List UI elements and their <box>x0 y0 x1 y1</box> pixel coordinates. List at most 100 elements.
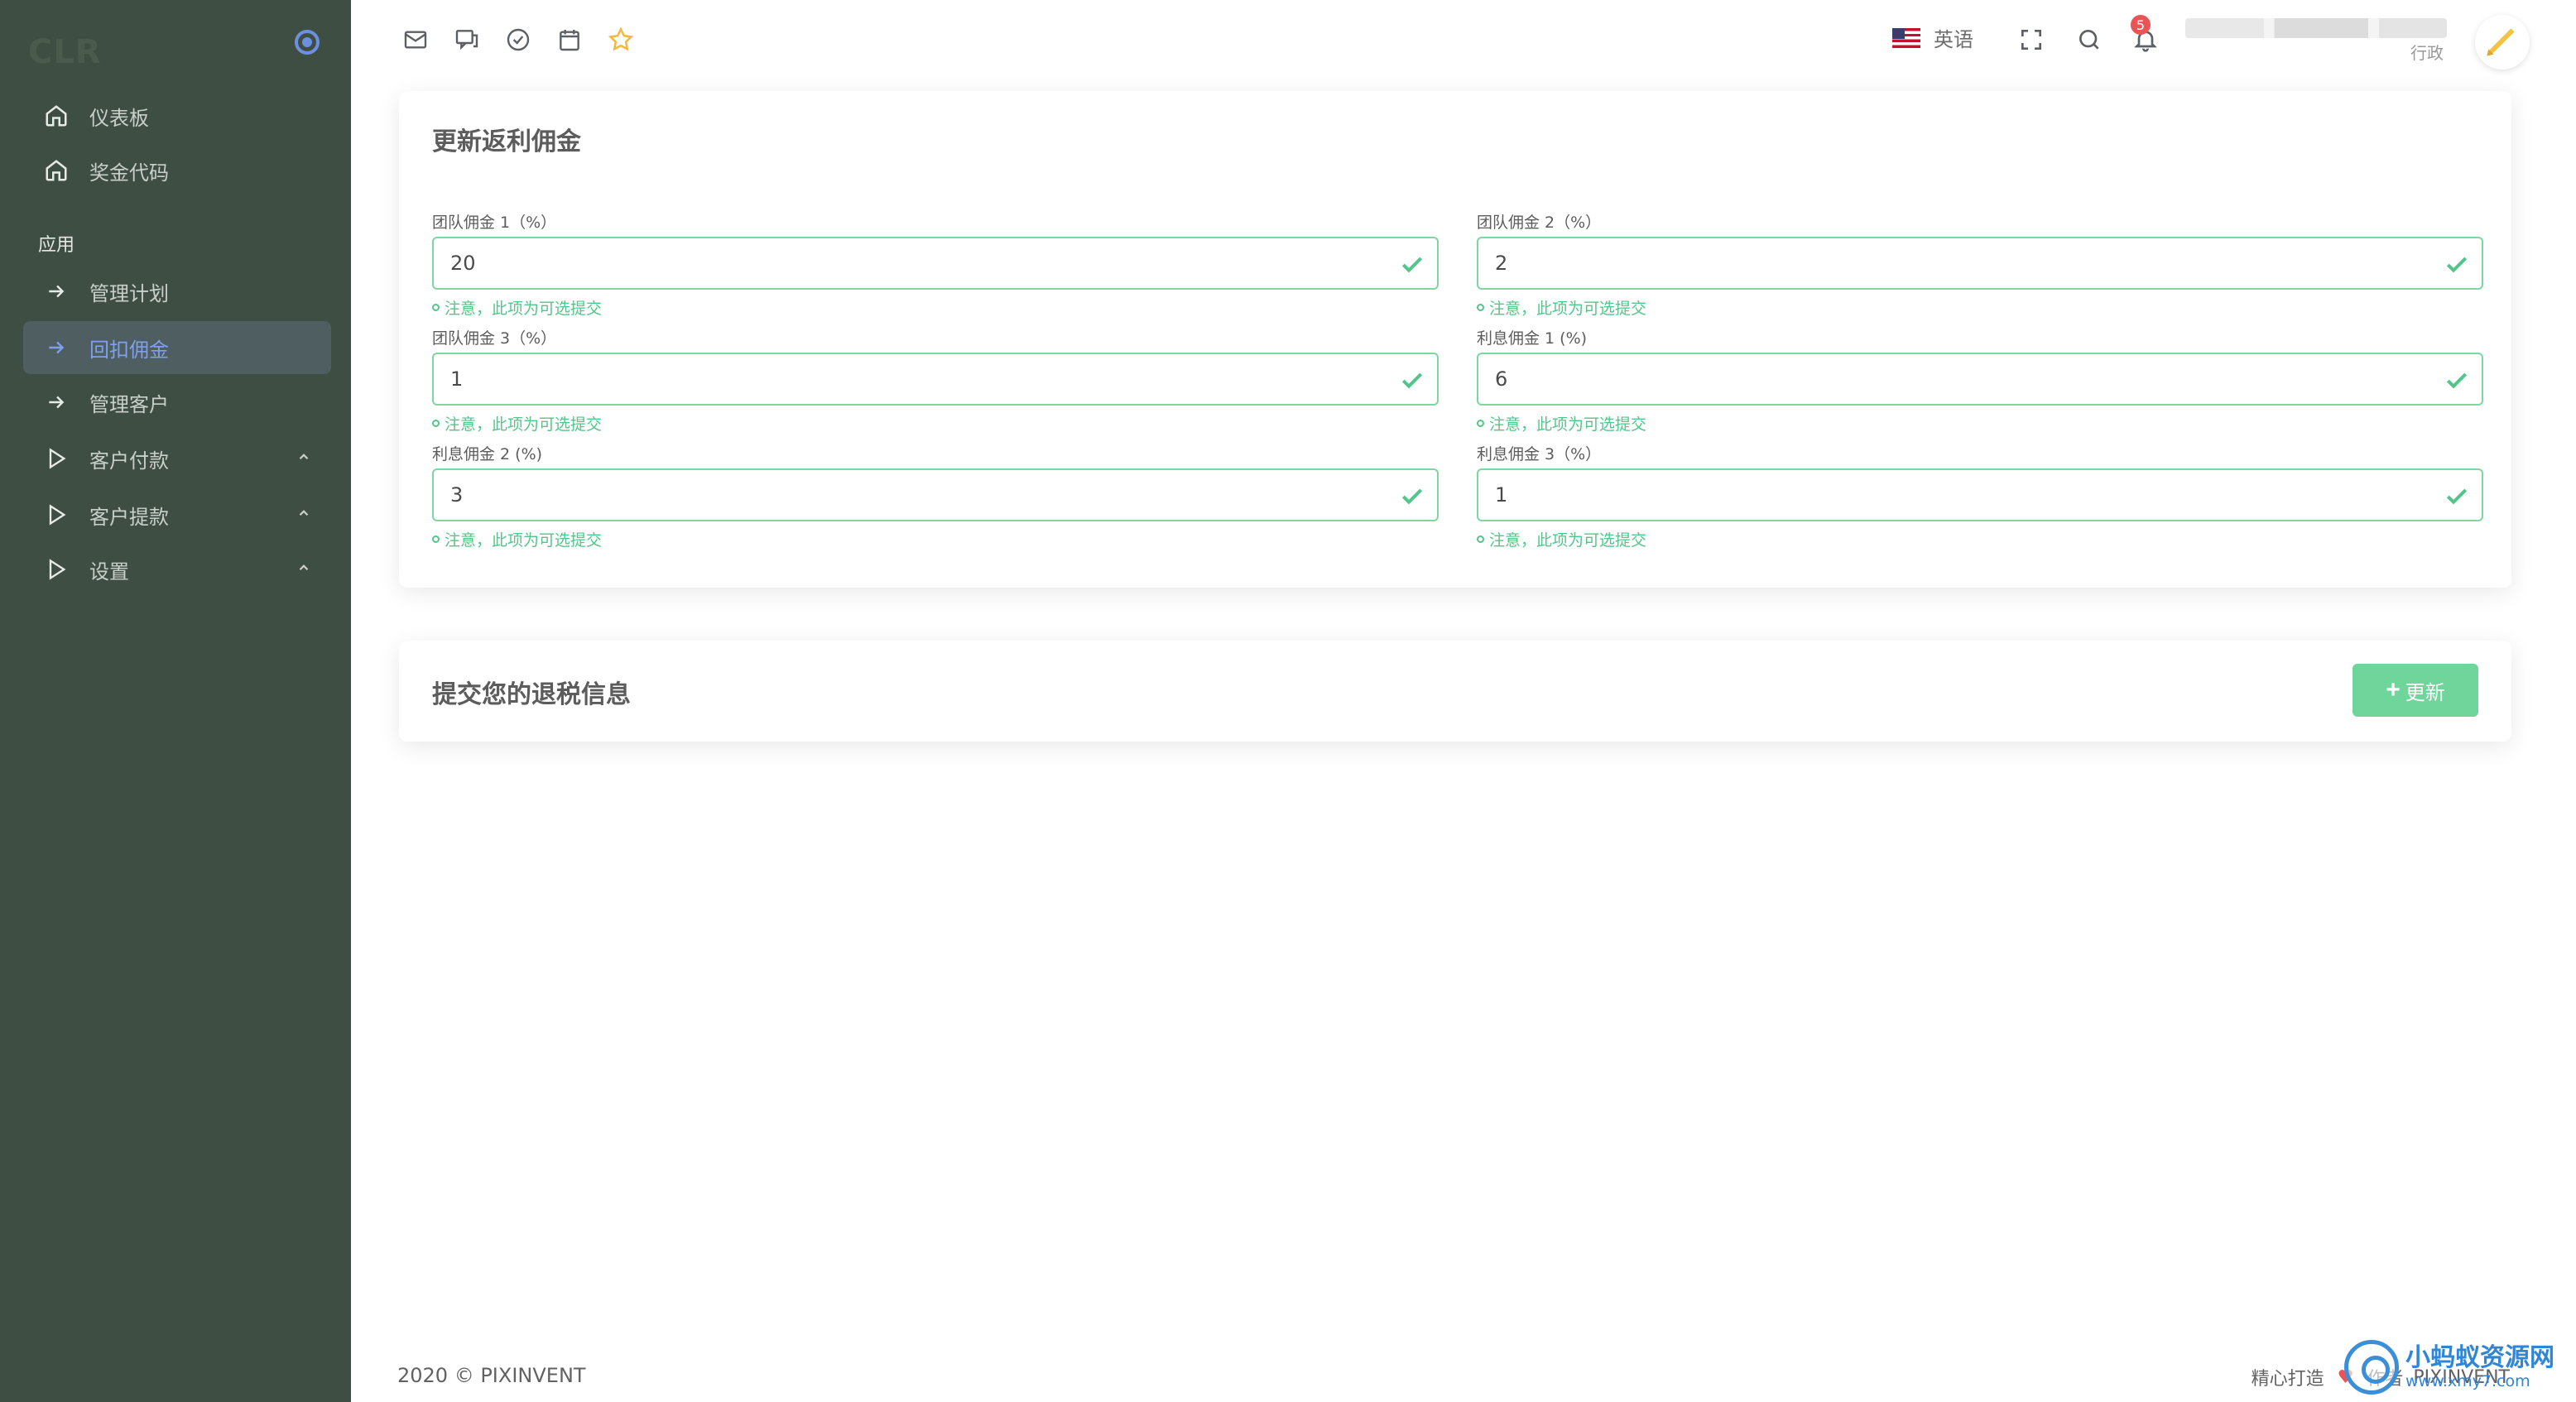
hint-text: 注意，此项为可选提交 <box>1489 531 1647 550</box>
input-value: 2 <box>1495 252 1508 275</box>
arrow-right-icon <box>38 391 74 413</box>
sidebar-item-rebate-commission[interactable]: 回扣佣金 <box>23 321 331 374</box>
hint-text: 注意，此项为可选提交 <box>445 415 603 434</box>
language-selector[interactable]: 英语 <box>1892 23 1973 52</box>
fullscreen-icon[interactable] <box>2015 23 2048 56</box>
field-hint: 注意，此项为可选提交 <box>1477 296 2483 319</box>
input-value: 1 <box>450 367 464 391</box>
star-icon[interactable] <box>604 23 637 56</box>
field-label: 利息佣金 1 (%) <box>1477 329 1588 348</box>
sidebar-item-label: 客户提款 <box>89 505 169 529</box>
hint-text: 注意，此项为可选提交 <box>1489 300 1647 318</box>
check-icon <box>1401 257 1423 273</box>
arrow-right-icon <box>38 337 74 358</box>
hint-text: 注意，此项为可选提交 <box>445 531 603 550</box>
sidebar-item-dashboard[interactable]: 仪表板 <box>23 89 331 142</box>
team-commission-2-field: 团队佣金 2（%） 2 注意，此项为可选提交 <box>1477 210 2483 319</box>
sidebar-item-label: 回扣佣金 <box>89 338 169 362</box>
user-role: 行政 <box>2410 43 2444 63</box>
field-hint: 注意，此项为可选提交 <box>432 528 1439 550</box>
input-value: 3 <box>450 483 464 507</box>
watermark-title: 小蚂蚁资源网 <box>2405 1343 2554 1372</box>
circle-icon <box>1477 420 1484 427</box>
interest-commission-3-field: 利息佣金 3（%） 1 注意，此项为可选提交 <box>1477 442 2483 550</box>
interest-commission-1-field: 利息佣金 1 (%) 6 注意，此项为可选提交 <box>1477 326 2483 435</box>
sidebar-item-label: 管理计划 <box>89 281 169 305</box>
sidebar-item-manage-customers[interactable]: 管理客户 <box>23 376 331 429</box>
chevron-up-icon[interactable] <box>296 449 311 468</box>
watermark: 小蚂蚁资源网 www.xmy7.com <box>2344 1337 2568 1397</box>
commission-card: 更新返利佣金 团队佣金 1（%） 20 注意，此项为可选提交 团队佣金 2（%）… <box>399 91 2511 588</box>
interest-commission-2-field: 利息佣金 2 (%) 3 注意，此项为可选提交 <box>432 442 1439 550</box>
field-hint: 注意，此项为可选提交 <box>1477 412 2483 435</box>
play-icon <box>38 503 74 526</box>
sidebar-item-label: 设置 <box>89 559 129 583</box>
circle-icon <box>1477 535 1484 543</box>
sidebar-item-label: 仪表板 <box>89 106 149 130</box>
card-title: 提交您的退税信息 <box>432 680 631 709</box>
chevron-up-icon[interactable] <box>296 559 311 579</box>
sidebar-item-bonus-code[interactable]: 奖金代码 <box>23 144 331 197</box>
field-hint: 注意，此项为可选提交 <box>1477 528 2483 550</box>
interest-commission-3-input[interactable]: 1 <box>1477 468 2483 521</box>
team-commission-1-input[interactable]: 20 <box>432 237 1439 290</box>
update-button-label: 更新 <box>2405 681 2445 704</box>
circle-icon <box>432 535 440 543</box>
team-commission-2-input[interactable]: 2 <box>1477 237 2483 290</box>
arrow-right-icon <box>38 281 74 302</box>
topbar: 英语 5 行政 <box>351 0 2576 79</box>
calendar-icon[interactable] <box>553 23 586 56</box>
interest-commission-1-input[interactable]: 6 <box>1477 353 2483 406</box>
brand-logo[interactable]: CLR <box>28 33 102 71</box>
notification-badge: 5 <box>2131 15 2151 35</box>
sidebar: CLR 仪表板 奖金代码 应用 管理计划 回扣佣金 管理客户 客户付款 客户提款… <box>0 0 351 1402</box>
hint-text: 注意，此项为可选提交 <box>1489 415 1647 434</box>
language-label: 英语 <box>1934 28 1973 51</box>
check-icon <box>1401 372 1423 389</box>
check-icon <box>1401 488 1423 505</box>
circle-icon <box>432 304 440 311</box>
field-hint: 注意，此项为可选提交 <box>432 412 1439 435</box>
chevron-up-icon[interactable] <box>296 505 311 525</box>
update-button[interactable]: + 更新 <box>2353 664 2478 717</box>
watermark-logo-icon <box>2344 1340 2399 1395</box>
home-icon <box>38 158 74 183</box>
field-hint: 注意，此项为可选提交 <box>432 296 1439 319</box>
sidebar-item-label: 管理客户 <box>89 392 169 416</box>
card-title: 更新返利佣金 <box>432 127 581 156</box>
sidebar-item-customer-withdrawals[interactable]: 客户提款 <box>23 488 331 541</box>
team-commission-1-field: 团队佣金 1（%） 20 注意，此项为可选提交 <box>432 210 1439 319</box>
avatar[interactable] <box>2475 15 2530 70</box>
sidebar-item-manage-plans[interactable]: 管理计划 <box>23 265 331 318</box>
interest-commission-2-input[interactable]: 3 <box>432 468 1439 521</box>
home-icon <box>38 103 74 128</box>
sidebar-item-label: 奖金代码 <box>89 161 169 185</box>
chat-icon[interactable] <box>450 23 483 56</box>
input-value: 1 <box>1495 483 1508 507</box>
check-icon <box>2446 257 2468 273</box>
pencil-avatar-icon <box>2487 28 2515 56</box>
field-label: 利息佣金 3（%） <box>1477 445 1602 463</box>
circle-icon <box>1477 304 1484 311</box>
field-label: 团队佣金 1（%） <box>432 214 557 232</box>
check-circle-icon[interactable] <box>502 23 535 56</box>
play-icon <box>38 558 74 581</box>
check-icon <box>2446 488 2468 505</box>
team-commission-3-input[interactable]: 1 <box>432 353 1439 406</box>
us-flag-icon <box>1892 27 1920 48</box>
user-name-redacted[interactable] <box>2185 18 2447 38</box>
mail-icon[interactable] <box>399 23 432 56</box>
search-icon[interactable] <box>2073 23 2106 56</box>
team-commission-3-field: 团队佣金 3（%） 1 注意，此项为可选提交 <box>432 326 1439 435</box>
sidebar-item-settings[interactable]: 设置 <box>23 543 331 596</box>
sidebar-item-label: 客户付款 <box>89 449 169 473</box>
submit-card: 提交您的退税信息 + 更新 <box>399 641 2511 742</box>
sidebar-toggle-icon[interactable] <box>295 30 320 55</box>
check-icon <box>2446 372 2468 389</box>
copyright: 2020 © PIXINVENT <box>397 1364 586 1387</box>
sidebar-item-customer-payments[interactable]: 客户付款 <box>23 432 331 485</box>
watermark-url: www.xmy7.com <box>2405 1372 2530 1390</box>
field-label: 团队佣金 3（%） <box>432 329 557 348</box>
hint-text: 注意，此项为可选提交 <box>445 300 603 318</box>
input-value: 20 <box>450 252 476 275</box>
